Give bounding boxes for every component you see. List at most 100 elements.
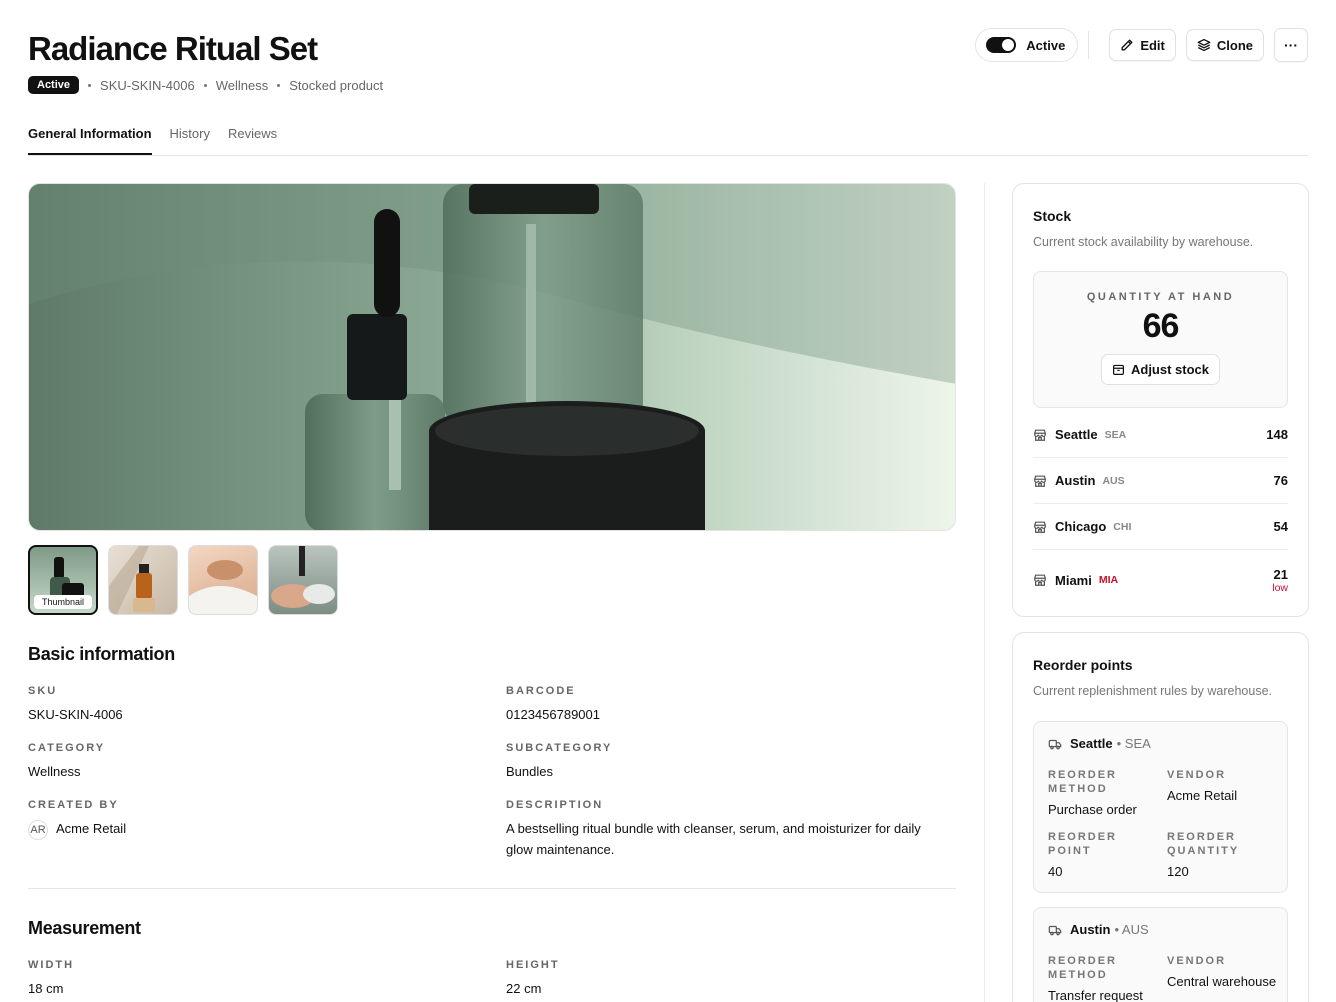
thumbnail-1[interactable]: Thumbnail — [28, 545, 98, 615]
more-actions-button[interactable]: ··· — [1274, 28, 1308, 62]
vendor-label: VENDOR — [1167, 955, 1227, 967]
adjust-stock-button[interactable]: Adjust stock — [1100, 354, 1220, 385]
reorder-quantity-value: 120 — [1167, 864, 1189, 879]
reorder-subtitle: Current replenishment rules by warehouse… — [1033, 684, 1273, 698]
created-by-field: CREATED BY AR Acme Retail — [28, 799, 126, 840]
toggle-label: Active — [1026, 37, 1066, 53]
tab-reviews[interactable]: Reviews — [228, 117, 277, 155]
product-main-image — [28, 183, 956, 531]
vendor-label: VENDOR — [1167, 769, 1227, 781]
warehouse-name: Seattle — [1055, 427, 1098, 442]
warehouse-row: Seattle SEA 148 — [1033, 412, 1288, 458]
reorder-method-field: REORDER METHOD Purchase order — [1048, 768, 1158, 818]
divider — [1088, 31, 1090, 59]
clone-label: Clone — [1216, 37, 1253, 53]
width-field: WIDTH 18 cm — [28, 959, 74, 999]
page-title: Radiance Ritual Set — [28, 30, 318, 67]
warehouse-code: SEA — [1104, 428, 1127, 441]
sku-label: SKU — [28, 685, 58, 697]
warehouse-qty: 148 — [1266, 427, 1288, 442]
created-by-value: AR Acme Retail — [28, 818, 126, 840]
warehouse-name: Austin — [1055, 473, 1096, 488]
reorder-rule: Seattle • SEA REORDER METHOD Purchase or… — [1033, 721, 1288, 893]
warehouse-qty: 76 — [1273, 473, 1288, 488]
reorder-warehouse-code: • AUS — [1114, 922, 1149, 937]
reorder-warehouse-name: Seattle — [1070, 736, 1113, 751]
truck-icon — [1048, 925, 1062, 935]
reorder-point-label: REORDER POINT — [1048, 831, 1118, 857]
barcode-label: BARCODE — [506, 685, 576, 697]
basic-information-heading: Basic information — [28, 644, 175, 664]
reorder-method-field: REORDER METHOD Transfer request — [1048, 954, 1158, 1002]
thumbnail-4[interactable] — [268, 545, 338, 615]
truck-icon — [1048, 739, 1062, 749]
quantity-at-hand-box: QUANTITY AT HAND 66 Adjust stock — [1033, 271, 1288, 408]
warehouse-qty-block: 21 low — [1272, 567, 1288, 594]
tab-history[interactable]: History — [170, 117, 210, 155]
reorder-method-value: Purchase order — [1048, 802, 1137, 817]
reorder-quantity-label: REORDER QUANTITY — [1167, 831, 1240, 857]
thumbnail-image — [189, 560, 257, 614]
status-badge: Active — [28, 76, 80, 94]
adjust-stock-label: Adjust stock — [1130, 362, 1209, 377]
category-value: Wellness — [28, 764, 81, 779]
store-icon — [1034, 521, 1046, 533]
more-icon: ··· — [1284, 37, 1298, 53]
stock-title: Stock — [1033, 208, 1072, 224]
section-divider — [28, 888, 956, 889]
reorder-point-value: 40 — [1048, 864, 1063, 879]
sku-value: SKU-SKIN-4006 — [28, 707, 123, 722]
thumbnail-image — [109, 546, 155, 614]
avatar: AR — [28, 819, 48, 840]
reorder-title: Reorder points — [1033, 657, 1133, 673]
clone-button[interactable]: Clone — [1185, 29, 1264, 61]
warehouse-qty: 21 — [1273, 566, 1288, 582]
header-actions: Active Edit Clone ··· — [975, 28, 1308, 62]
reorder-method-label: REORDER METHOD — [1048, 769, 1118, 795]
low-stock-indicator: low — [1272, 581, 1288, 594]
created-by-label: CREATED BY — [28, 799, 119, 811]
meta-sku: SKU-SKIN-4006 — [100, 77, 195, 93]
separator-dot — [277, 83, 281, 87]
warehouse-name: Chicago — [1055, 519, 1107, 534]
description-label: DESCRIPTION — [506, 799, 604, 811]
product-meta: Active SKU-SKIN-4006 Wellness Stocked pr… — [28, 76, 383, 94]
product-photo — [29, 184, 955, 530]
edit-button[interactable]: Edit — [1109, 29, 1176, 61]
subcategory-label: SUBCATEGORY — [506, 742, 613, 754]
warehouse-row: Austin AUS 76 — [1033, 458, 1288, 504]
height-field: HEIGHT 22 cm — [506, 959, 560, 999]
tab-general-information[interactable]: General Information — [28, 117, 152, 155]
vendor-value: Acme Retail — [1167, 788, 1238, 803]
separator-dot — [88, 83, 92, 87]
height-value: 22 cm — [506, 981, 542, 996]
toggle-switch[interactable] — [986, 37, 1017, 53]
thumbnail-gallery: Thumbnail — [28, 545, 348, 615]
thumbnail-2[interactable] — [108, 545, 178, 615]
width-value: 18 cm — [28, 981, 64, 996]
sku-field: SKU SKU-SKIN-4006 — [28, 685, 123, 725]
edit-label: Edit — [1140, 37, 1165, 53]
quantity-value: 66 — [1142, 307, 1180, 345]
reorder-points-card: Reorder points Current replenishment rul… — [1012, 632, 1309, 1002]
meta-category: Wellness — [215, 77, 269, 93]
meta-product-type: Stocked product — [289, 77, 384, 93]
description-value: A bestselling ritual bundle with cleanse… — [506, 821, 921, 857]
reorder-point-field: REORDER POINT 40 — [1048, 830, 1158, 880]
warehouse-row: Miami MIA 21 low — [1033, 550, 1288, 610]
store-icon — [1034, 475, 1046, 487]
reorder-rule: Austin • AUS REORDER METHOD Transfer req… — [1033, 907, 1288, 1002]
warehouse-code: CHI — [1113, 520, 1132, 533]
warehouse-row: Chicago CHI 54 — [1033, 504, 1288, 550]
created-by-name: Acme Retail — [56, 821, 127, 836]
subcategory-field: SUBCATEGORY Bundles — [506, 742, 612, 782]
vendor-field: VENDOR Acme Retail — [1167, 768, 1277, 804]
subcategory-value: Bundles — [506, 764, 553, 779]
thumbnail-3[interactable] — [188, 545, 258, 615]
stock-card: Stock Current stock availability by ware… — [1012, 183, 1309, 617]
quantity-label: QUANTITY AT HAND — [1086, 291, 1235, 303]
active-toggle[interactable]: Active — [975, 28, 1079, 62]
barcode-field: BARCODE 0123456789001 — [506, 685, 600, 725]
tab-bar: General Information History Reviews — [28, 117, 1308, 156]
column-divider — [984, 183, 985, 1002]
